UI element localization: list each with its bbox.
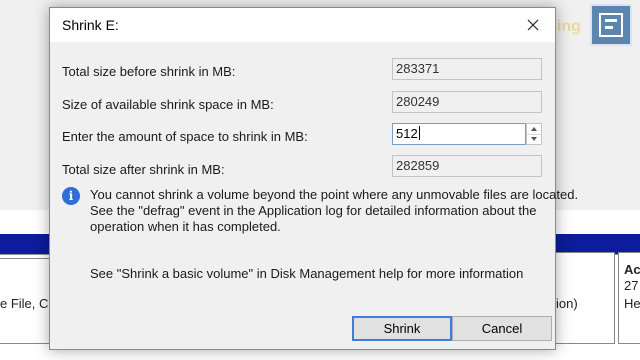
info-message: You cannot shrink a volume beyond the po… <box>90 187 579 235</box>
size-after-label: Total size after shrink in MB: <box>62 162 225 177</box>
partition-far-size: 27 <box>624 278 639 293</box>
spin-down-button[interactable] <box>527 134 541 144</box>
info-icon: i <box>62 187 80 205</box>
help-link[interactable]: See "Shrink a basic volume" in Disk Mana… <box>90 266 523 281</box>
text-caret <box>418 126 420 140</box>
partition-left-text: e File, Cr <box>0 296 53 311</box>
available-space-value: 280249 <box>392 91 542 113</box>
info-line-3: operation when it has completed. <box>90 219 281 234</box>
cancel-button[interactable]: Cancel <box>452 316 552 341</box>
shrink-dialog: Shrink E: Total size before shrink in MB… <box>49 7 579 350</box>
partition-right-text: ion) <box>556 296 578 311</box>
shrink-button[interactable]: Shrink <box>352 316 452 341</box>
channel-logo <box>590 4 632 46</box>
info-line-2: See the "defrag" event in the Applicatio… <box>90 203 537 218</box>
partition-far-title: Ac <box>624 262 640 277</box>
size-before-value: 283371 <box>392 58 542 80</box>
partition-far-status: He <box>624 296 640 311</box>
spin-down-icon <box>531 137 537 141</box>
logo-icon <box>599 13 623 37</box>
size-before-label: Total size before shrink in MB: <box>62 64 236 79</box>
close-icon <box>527 19 539 31</box>
close-button[interactable] <box>511 8 555 42</box>
shrink-amount-value: 512 <box>396 126 418 141</box>
shrink-amount-spinner[interactable] <box>526 123 542 145</box>
shrink-amount-input[interactable]: 512 <box>392 123 526 145</box>
dialog-title: Shrink E: <box>62 17 119 33</box>
size-after-value: 282859 <box>392 155 542 177</box>
available-space-label: Size of available shrink space in MB: <box>62 97 274 112</box>
dialog-titlebar[interactable]: Shrink E: <box>50 8 555 42</box>
info-line-1: You cannot shrink a volume beyond the po… <box>90 187 579 202</box>
spin-up-icon <box>531 127 537 131</box>
shrink-amount-label: Enter the amount of space to shrink in M… <box>62 129 308 144</box>
